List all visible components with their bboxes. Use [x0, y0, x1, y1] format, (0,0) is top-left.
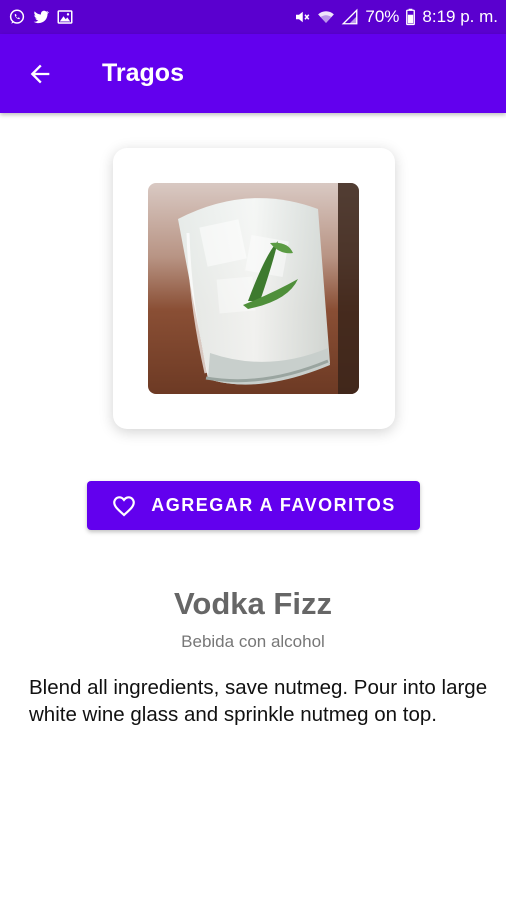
arrow-back-icon: [30, 64, 50, 83]
app-bar: Tragos: [0, 34, 506, 113]
add-to-favorites-label: AGREGAR A FAVORITOS: [151, 495, 396, 515]
cocktail-glass-image: [148, 183, 359, 394]
battery-percent: 70%: [365, 7, 400, 26]
mute-icon: [293, 8, 311, 26]
status-left-icons: [8, 8, 74, 26]
status-right-icons: 70% 8:19 p. m.: [293, 7, 498, 27]
page-title: Tragos: [102, 59, 184, 87]
gallery-icon: [56, 8, 74, 26]
status-bar: 70% 8:19 p. m.: [0, 0, 506, 34]
clock: 8:19 p. m.: [422, 7, 498, 26]
wifi-icon: [317, 8, 335, 26]
add-to-favorites-button[interactable]: AGREGAR A FAVORITOS: [87, 481, 420, 530]
twitter-icon: [32, 8, 50, 26]
whatsapp-icon: [8, 8, 26, 26]
signal-icon: [341, 8, 359, 26]
battery-icon: [405, 8, 416, 26]
heart-outline-icon: [113, 495, 136, 516]
drink-category: Bebida con alcohol: [181, 632, 325, 651]
drink-name: Vodka Fizz: [174, 586, 332, 621]
back-button[interactable]: [20, 54, 60, 94]
drink-image-card: [113, 148, 395, 429]
drink-instructions: Blend all ingredients, save nutmeg. Pour…: [29, 676, 488, 726]
